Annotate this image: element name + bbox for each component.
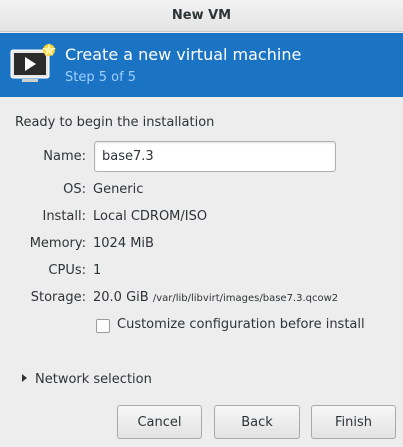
wizard-header: Create a new virtual machine Step 5 of 5 bbox=[0, 33, 403, 97]
back-button[interactable]: Back bbox=[214, 405, 300, 439]
finish-button[interactable]: Finish bbox=[311, 405, 396, 439]
storage-label: Storage: bbox=[30, 290, 86, 305]
summary-panel: Ready to begin the installation Name: OS… bbox=[0, 97, 403, 447]
storage-path: /var/lib/libvirt/images/base7.3.qcow2 bbox=[152, 293, 339, 304]
name-label: Name: bbox=[43, 149, 86, 164]
install-value: Local CDROM/ISO bbox=[93, 209, 208, 224]
storage-size: 20.0 GiB bbox=[93, 290, 149, 305]
os-value: Generic bbox=[93, 182, 144, 197]
os-label: OS: bbox=[63, 182, 86, 197]
memory-value: 1024 MiB bbox=[93, 236, 154, 251]
wizard-title: Create a new virtual machine bbox=[65, 45, 302, 64]
storage-value: 20.0 GiB /var/lib/libvirt/images/base7.3… bbox=[93, 290, 338, 305]
window-title: New VM bbox=[0, 0, 403, 32]
install-label: Install: bbox=[42, 209, 86, 224]
cpus-value: 1 bbox=[93, 263, 102, 278]
memory-label: Memory: bbox=[29, 236, 86, 251]
network-selection-expander[interactable]: Network selection bbox=[22, 372, 152, 387]
vm-name-input[interactable] bbox=[94, 141, 336, 172]
cancel-button[interactable]: Cancel bbox=[117, 405, 202, 439]
wizard-step: Step 5 of 5 bbox=[65, 70, 137, 85]
cpus-label: CPUs: bbox=[48, 263, 86, 278]
network-selection-label: Network selection bbox=[35, 372, 152, 387]
customize-checkbox[interactable] bbox=[96, 319, 110, 333]
customize-checkbox-label[interactable]: Customize configuration before install bbox=[117, 317, 365, 332]
ready-heading: Ready to begin the installation bbox=[15, 115, 215, 130]
virtual-machine-icon bbox=[10, 43, 56, 82]
chevron-right-icon bbox=[22, 374, 27, 382]
